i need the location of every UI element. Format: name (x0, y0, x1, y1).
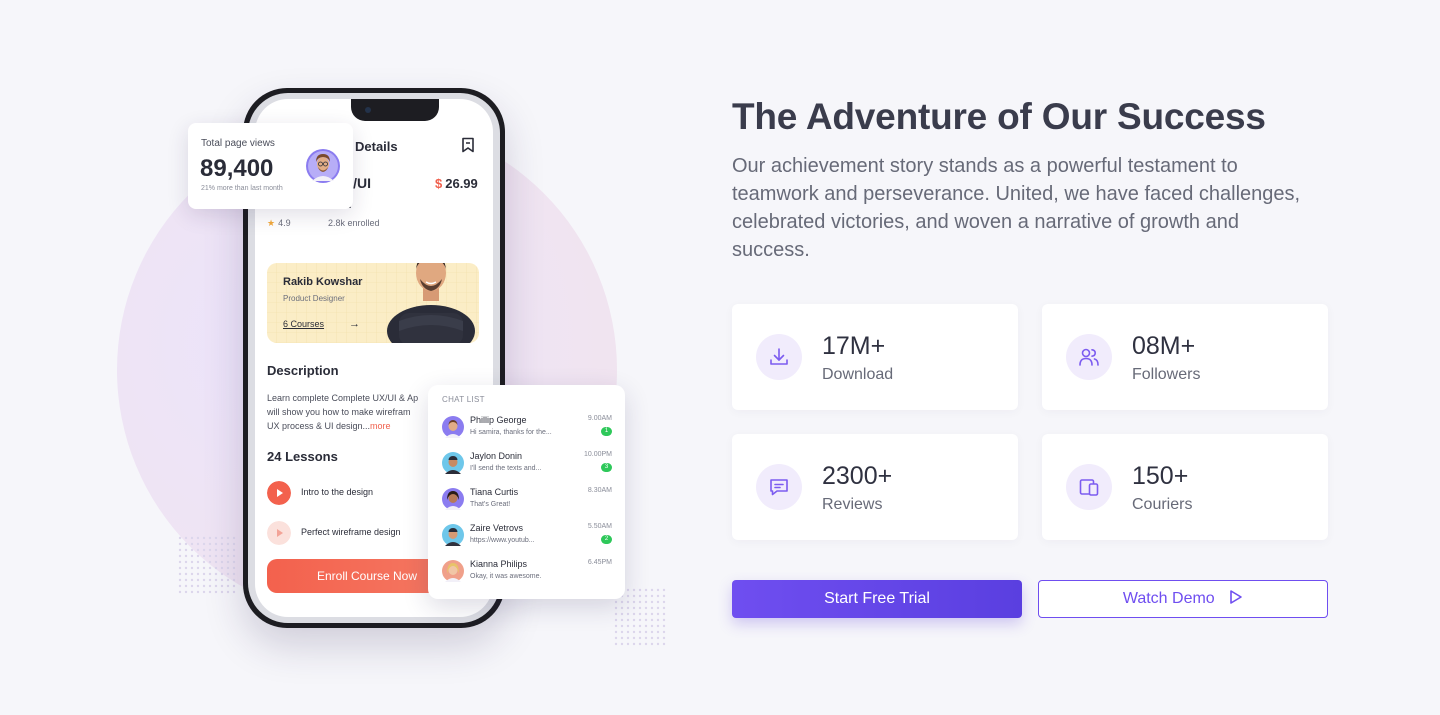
page-views-subtext: 21% more than last month (201, 185, 283, 192)
description-line3: UX process & UI design... (267, 421, 371, 431)
stat-icon-wrap (1066, 334, 1112, 380)
price-symbol: $ (435, 176, 443, 191)
chat-message: Hi samira, thanks for the... (470, 429, 552, 436)
stat-value: 150+ (1132, 462, 1189, 490)
chat-time: 9.00AM (587, 415, 612, 422)
mentor-role: Product Designer (283, 294, 345, 303)
description-line1: Learn complete Complete UX/UI & Ap (267, 393, 419, 403)
mentor-photo (387, 263, 475, 343)
description-text: Learn complete Complete UX/UI & Ap will … (267, 391, 443, 433)
chat-item[interactable]: Kianna Philips Okay, it was awesome. 6.4… (442, 559, 614, 589)
star-icon: ★ (267, 218, 276, 228)
chat-list-heading: CHAT LIST (442, 395, 485, 404)
phone-notch (351, 99, 439, 121)
download-icon (770, 348, 788, 365)
mentor-name: Rakib Kowshar (283, 276, 363, 288)
avatar (442, 488, 464, 510)
chat-time: 10.00PM (583, 451, 612, 458)
description-line2: will show you how to make wirefram (267, 407, 411, 417)
devices-icon (1079, 479, 1099, 496)
rating-value: 4.9 (278, 218, 291, 228)
play-icon[interactable] (267, 481, 291, 505)
page-title: The Adventure of Our Success (732, 96, 1266, 137)
stat-label: Reviews (822, 496, 883, 513)
chat-name: Kianna Philips (470, 559, 528, 569)
page: Details K/UI n $26.99 ★4.9 2.8k enrolled (0, 0, 1440, 715)
play-icon[interactable] (267, 521, 291, 545)
arrow-right-icon: → (349, 318, 360, 330)
bookmark-icon[interactable] (461, 137, 475, 153)
stat-icon-wrap (756, 464, 802, 510)
chat-time: 6.45PM (587, 559, 612, 566)
read-more-link[interactable]: more (370, 421, 391, 431)
start-free-trial-button[interactable]: Start Free Trial (732, 580, 1022, 618)
lesson-title: Perfect wireframe design (301, 527, 401, 537)
chat-item[interactable]: Tiana Curtis That's Great! 8.30AM (442, 487, 614, 517)
chat-message: Okay, it was awesome. (470, 573, 542, 580)
page-views-label: Total page views (201, 138, 275, 149)
enrolled-count: 2.8k enrolled (328, 218, 380, 228)
chat-time: 8.30AM (587, 487, 612, 494)
chat-message: I'll send the texts and... (470, 465, 542, 472)
course-rating: ★ 4.9 (267, 218, 291, 229)
stat-icon-wrap (756, 334, 802, 380)
stat-card-downloads: 17M+ Download (732, 304, 1018, 410)
stat-label: Couriers (1132, 496, 1193, 513)
stat-card-followers: 08M+ Followers (1042, 304, 1328, 410)
screen-title: Details (355, 139, 398, 154)
unread-badge: 1 (601, 427, 612, 436)
stat-label: Download (822, 366, 894, 383)
dot-pattern-right (614, 588, 668, 648)
stat-card-reviews: 2300+ Reviews (732, 434, 1018, 540)
stat-label: Followers (1132, 366, 1201, 383)
price-value: 26.99 (445, 176, 478, 191)
chat-list-card: CHAT LIST Phillip George Hi samira, than… (428, 385, 625, 599)
chat-bubble-icon (770, 479, 788, 496)
description-line3-wrap: UX process & UI design...more (267, 419, 443, 433)
page-views-value: 89,400 (200, 155, 274, 182)
avatar (442, 524, 464, 546)
chat-name: Jaylon Donin (470, 451, 523, 461)
stat-icon-wrap (1066, 464, 1112, 510)
page-views-card: Total page views 89,400 21% more than la… (188, 123, 353, 209)
stat-value: 2300+ (822, 462, 893, 490)
chat-name: Phillip George (470, 415, 527, 425)
users-icon (1079, 348, 1099, 366)
page-description: Our achievement story stands as a powerf… (732, 155, 1301, 261)
avatar (306, 149, 340, 183)
chat-name: Tiana Curtis (470, 487, 519, 497)
chat-item[interactable]: Zaire Vetrovs https://www.youtub... 5.50… (442, 523, 614, 553)
chat-message: That's Great! (470, 501, 511, 508)
watch-demo-label: Watch Demo (1122, 590, 1215, 607)
chat-message: https://www.youtub... (470, 537, 535, 544)
avatar (442, 452, 464, 474)
stat-card-couriers: 150+ Couriers (1042, 434, 1328, 540)
stat-value: 08M+ (1132, 332, 1196, 360)
course-price: $26.99 (435, 176, 478, 191)
camera-icon (365, 107, 371, 113)
lesson-title: Intro to the design (301, 487, 374, 497)
avatar (442, 560, 464, 582)
chat-time: 5.50AM (587, 523, 612, 530)
watch-demo-button[interactable]: Watch Demo (1038, 580, 1328, 618)
lessons-heading: 24 Lessons (267, 449, 338, 464)
description-heading: Description (267, 363, 339, 378)
stat-value: 17M+ (822, 332, 886, 360)
chat-item[interactable]: Jaylon Donin I'll send the texts and... … (442, 451, 614, 481)
chat-item[interactable]: Phillip George Hi samira, thanks for the… (442, 415, 614, 445)
play-outline-icon (1230, 590, 1242, 605)
mentor-courses-link[interactable]: 6 Courses (283, 319, 324, 329)
avatar (442, 416, 464, 438)
unread-badge: 3 (601, 463, 612, 472)
chat-name: Zaire Vetrovs (470, 523, 524, 533)
unread-badge: 2 (601, 535, 612, 544)
mentor-card[interactable]: Rakib Kowshar Product Designer 6 Courses… (267, 263, 479, 343)
dot-pattern-left (178, 536, 238, 596)
